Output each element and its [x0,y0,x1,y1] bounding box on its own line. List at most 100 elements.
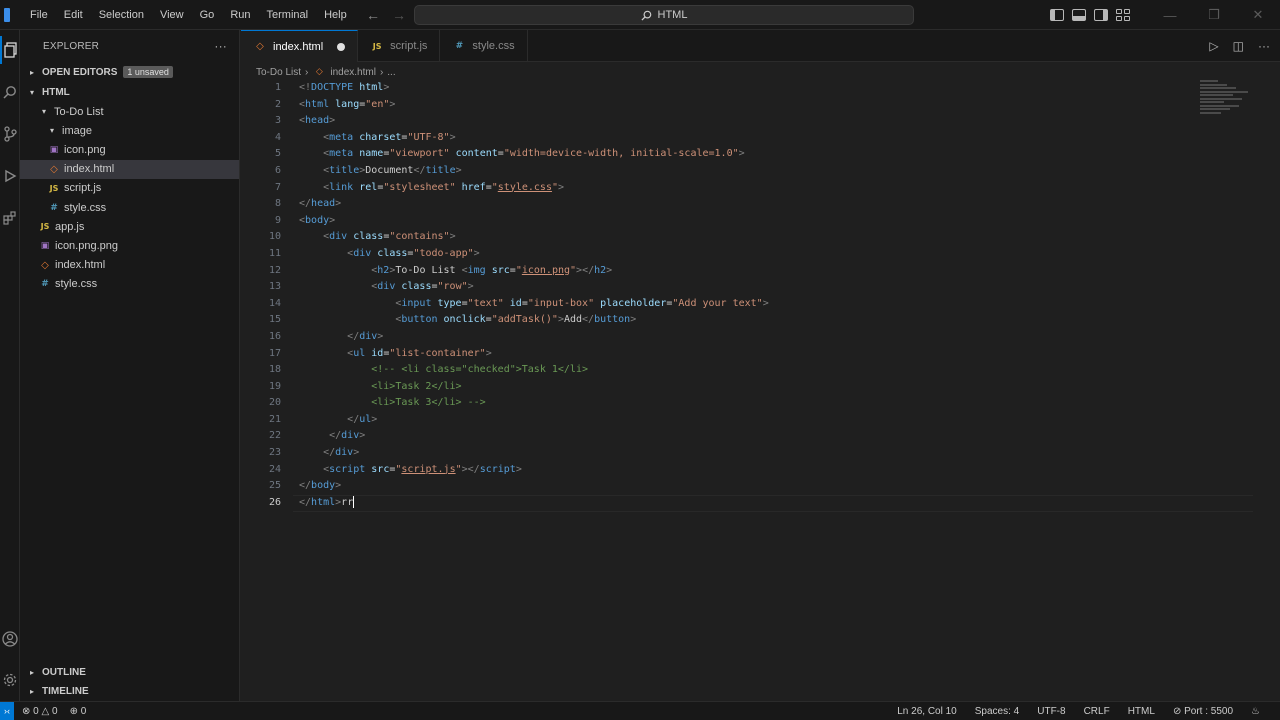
more-actions-icon[interactable]: ··· [214,39,227,53]
ports-indicator[interactable]: ⊕ 0 [70,706,87,717]
indentation[interactable]: Spaces: 4 [975,706,1019,717]
toggle-primary-sidebar-icon[interactable] [1050,9,1064,21]
code-line[interactable]: <!DOCTYPE html> [299,80,1199,97]
tab-script-js[interactable]: JS script.js [358,30,441,62]
code-line[interactable]: </ul> [299,412,1199,429]
code-line[interactable]: <button onclick="addTask()">Add</button> [299,312,1199,329]
live-server-port[interactable]: ⊘ Port : 5500 [1173,706,1233,717]
cursor-position[interactable]: Ln 26, Col 10 [897,706,957,717]
menu-help[interactable]: Help [316,0,355,30]
tab-style-css[interactable]: # style.css [440,30,528,62]
outline-section[interactable]: ▸ OUTLINE [20,662,240,682]
split-editor-icon[interactable]: ◫ [1233,39,1244,53]
code-line[interactable]: <ul id="list-container"> [299,346,1199,363]
code-line[interactable]: <html lang="en"> [299,97,1199,114]
tab-index-html[interactable]: ◇ index.html [241,30,359,62]
toggle-panel-icon[interactable] [1072,9,1086,21]
breadcrumb-symbol[interactable]: ... [387,67,395,78]
tree-file-style-css-root[interactable]: # style.css [20,275,239,294]
manage-gear-icon[interactable] [0,666,20,694]
notifications-bell-icon[interactable]: ♨ [1251,706,1260,717]
back-arrow-icon[interactable]: ← [366,7,380,23]
customize-layout-icon[interactable] [1116,9,1130,21]
menu-run[interactable]: Run [222,0,258,30]
code-line[interactable]: <li>Task 2</li> [299,379,1199,396]
restore-icon[interactable]: ❒ [1192,0,1236,30]
tree-folder-image[interactable]: ▾ image [20,121,239,140]
line-endings[interactable]: CRLF [1084,706,1110,717]
code-line[interactable]: </head> [299,196,1199,213]
command-center-search[interactable]: HTML [414,5,914,25]
tree-file-script-js[interactable]: JS script.js [20,179,239,198]
tree-file-icon-png-png[interactable]: ▣ icon.png.png [20,236,239,255]
code-line[interactable]: <input type="text" id="input-box" placeh… [299,296,1199,313]
account-icon[interactable] [0,625,20,653]
search-icon[interactable] [0,78,20,106]
more-actions-icon[interactable]: ··· [1258,39,1270,53]
extensions-icon[interactable] [0,204,20,232]
remote-indicator-icon[interactable]: ›‹ [0,701,14,720]
line-number: 16 [268,330,281,342]
code-line[interactable]: <meta name="viewport" content="width=dev… [299,146,1199,163]
timeline-section[interactable]: ▸ TIMELINE [20,681,240,701]
code-line[interactable]: <h2>To-Do List <img src="icon.png"></h2> [299,263,1199,280]
code-line[interactable]: <link rel="stylesheet" href="style.css"> [299,180,1199,197]
code-line[interactable]: <div class="row"> [299,279,1199,296]
line-number: 11 [268,247,281,259]
minimize-icon[interactable]: — [1148,0,1192,30]
error-count: 0 [33,705,39,717]
code-line[interactable]: <body> [299,213,1199,230]
code-line[interactable]: <title>Document</title> [299,163,1199,180]
code-line[interactable]: <div class="contains"> [299,229,1199,246]
tree-file-icon-png[interactable]: ▣ icon.png [20,140,239,159]
no-entry-icon: ⊘ [1172,705,1182,717]
menu-selection[interactable]: Selection [91,0,152,30]
tree-file-index-html[interactable]: ◇ index.html [20,159,239,179]
menu-view[interactable]: View [152,0,192,30]
code-line[interactable]: </body> [299,478,1199,495]
open-editors-section[interactable]: ▸ OPEN EDITORS 1 unsaved [20,62,239,82]
code-line[interactable]: <!-- <li class="checked">Task 1</li> [299,362,1199,379]
chevron-down-icon: ▾ [50,126,55,136]
code-line[interactable]: </div> [299,329,1199,346]
unsaved-dot-icon[interactable] [337,42,346,51]
code-line[interactable]: <head> [299,113,1199,130]
breadcrumb-folder[interactable]: To-Do List [256,67,301,78]
code-line[interactable]: <script src="script.js"></script> [299,462,1199,479]
tree-file-style-css[interactable]: # style.css [20,198,239,217]
code-line[interactable]: </div> [299,445,1199,462]
warning-count: 0 [52,705,58,717]
code-line[interactable]: <meta charset="UTF-8"> [299,130,1199,147]
tree-file-app-js[interactable]: JS app.js [20,217,239,236]
toggle-secondary-sidebar-icon[interactable] [1094,9,1108,21]
code-editor[interactable]: 1 2 3 4 5 6 7 8 9 10 11 12 13 14 15 16 1… [241,80,1280,701]
warning-icon: △ [41,705,50,717]
css-file-icon: # [455,41,464,51]
tree-file-index-html-root[interactable]: ◇ index.html [20,256,239,275]
folder-section-html[interactable]: ▾ HTML [20,82,239,102]
source-control-icon[interactable] [0,120,20,148]
code-line-current[interactable]: </html>rr [299,495,1199,512]
run-file-icon[interactable]: ▷ [1209,39,1218,53]
line-number: 22 [268,430,281,442]
code-line[interactable]: </div> [299,428,1199,445]
code-line[interactable]: <li>Task 3</li> --> [299,395,1199,412]
code-line[interactable]: <div class="todo-app"> [299,246,1199,263]
menu-file[interactable]: File [22,0,56,30]
menu-terminal[interactable]: Terminal [259,0,317,30]
minimap[interactable] [1200,80,1260,120]
tab-label: style.css [472,40,515,52]
ports-count: 0 [80,705,87,717]
problems-indicator[interactable]: ⊗ 0 △ 0 [22,706,58,717]
menu-edit[interactable]: Edit [56,0,91,30]
breadcrumb-file[interactable]: index.html [330,67,376,78]
run-debug-icon[interactable] [0,162,20,190]
encoding[interactable]: UTF-8 [1037,706,1065,717]
forward-arrow-icon[interactable]: → [392,7,406,23]
tree-folder-todo-list[interactable]: ▾ To-Do List [20,102,239,121]
close-icon[interactable]: ✕ [1236,0,1280,30]
menu-go[interactable]: Go [192,0,223,30]
code-lines[interactable]: <!DOCTYPE html> <html lang="en"> <head> … [299,80,1199,511]
explorer-icon[interactable] [0,36,20,64]
language-mode[interactable]: HTML [1128,706,1155,717]
